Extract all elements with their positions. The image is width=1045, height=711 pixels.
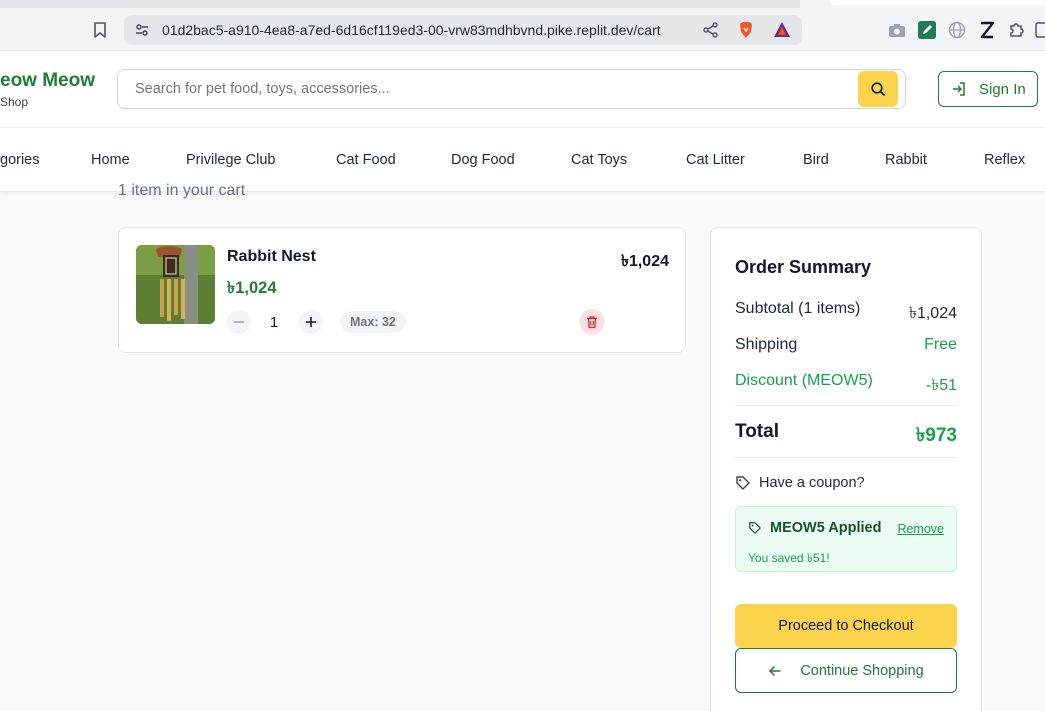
nav-item-cat-toys[interactable]: Cat Toys <box>571 152 627 168</box>
continue-shopping-label: Continue Shopping <box>800 662 924 679</box>
line-total: ৳1,024 <box>620 253 669 270</box>
checkout-label: Proceed to Checkout <box>778 618 914 634</box>
shipping-row: Shipping Free <box>735 336 957 354</box>
quantity-value: 1 <box>269 314 279 331</box>
coupon-question: Have a coupon? <box>759 475 865 491</box>
coupon-applied-label: MEOW5 Applied <box>770 520 882 536</box>
login-icon <box>953 82 965 96</box>
summary-divider <box>735 405 957 406</box>
summary-divider <box>735 457 957 458</box>
bookmark-icon[interactable] <box>90 20 110 40</box>
continue-shopping-button[interactable]: Continue Shopping <box>735 648 957 693</box>
nav-item-rabbit[interactable]: Rabbit <box>885 152 927 168</box>
coupon-savings-text: You saved ৳51! <box>748 551 830 565</box>
remove-item-button[interactable] <box>579 309 605 335</box>
product-unit-price: ৳1,024 <box>227 279 277 297</box>
shipping-value: Free <box>924 336 957 353</box>
product-name[interactable]: Rabbit Nest <box>227 248 316 266</box>
sign-in-button[interactable]: Sign In <box>938 71 1038 107</box>
max-quantity-badge: Max: 32 <box>340 311 406 333</box>
sign-in-label: Sign In <box>979 80 1026 98</box>
browser-toolbar: 01d2bac5-a910-4ea8-a7ed-6d16cf119ed3-00-… <box>0 0 1045 51</box>
site-settings-icon[interactable] <box>134 22 150 38</box>
address-bar[interactable]: 01d2bac5-a910-4ea8-a7ed-6d16cf119ed3-00-… <box>124 15 802 45</box>
nav-item-cat-litter[interactable]: Cat Litter <box>686 152 745 168</box>
coupon-applied-box: MEOW5 Applied Remove You saved ৳51! <box>735 506 957 572</box>
browser-tab-strip <box>0 0 800 8</box>
camera-icon[interactable] <box>887 20 907 40</box>
total-row: Total ৳973 <box>735 421 957 453</box>
url-text[interactable]: 01d2bac5-a910-4ea8-a7ed-6d16cf119ed3-00-… <box>162 22 661 38</box>
nav-item-categories[interactable]: gories <box>0 152 40 168</box>
nav-item-privilege-club[interactable]: Privilege Club <box>186 152 275 168</box>
site-header: eow Meow Shop Sign In <box>0 51 1045 128</box>
discount-value: -৳51 <box>925 377 957 394</box>
total-value: ৳973 <box>915 425 957 446</box>
search-bar <box>117 69 906 109</box>
nav-item-dog-food[interactable]: Dog Food <box>451 152 515 168</box>
brave-rewards-icon[interactable] <box>772 20 792 40</box>
cart-item-count: 1 item in your cart <box>118 182 246 199</box>
discount-row: Discount (MEOW5) -৳51 <box>735 372 957 399</box>
proceed-to-checkout-button[interactable]: Proceed to Checkout <box>735 604 957 648</box>
remove-coupon-link[interactable]: Remove <box>897 522 944 536</box>
arrow-left-icon <box>769 665 782 676</box>
brave-shields-icon[interactable] <box>736 20 756 40</box>
pen-extension-icon[interactable] <box>917 20 937 40</box>
search-button[interactable] <box>858 71 898 107</box>
increase-quantity-button[interactable] <box>299 310 323 334</box>
sidebar-icon[interactable] <box>1034 20 1045 40</box>
minus-icon <box>233 321 245 323</box>
search-input[interactable] <box>135 81 835 97</box>
logo-name[interactable]: eow Meow <box>0 70 95 92</box>
total-label: Total <box>735 421 779 442</box>
coupon-toggle[interactable]: Have a coupon? <box>735 475 865 491</box>
subtotal-value: ৳1,024 <box>908 305 957 322</box>
plus-icon <box>305 316 317 328</box>
cart-item-card: Rabbit Nest ৳1,024 ৳1,024 1 Max: 32 <box>118 227 686 353</box>
nav-item-cat-food[interactable]: Cat Food <box>336 152 396 168</box>
nav-item-home[interactable]: Home <box>91 152 130 168</box>
subtotal-row: Subtotal (1 items) ৳1,024 <box>735 300 957 327</box>
subtotal-label: Subtotal (1 items) <box>735 300 861 317</box>
trash-icon <box>587 316 597 329</box>
nav-item-reflex[interactable]: Reflex <box>984 152 1025 168</box>
decrease-quantity-button[interactable] <box>227 310 251 334</box>
z-extension-icon[interactable] <box>977 20 997 40</box>
discount-label: Discount (MEOW5) <box>735 372 873 389</box>
extensions-puzzle-icon[interactable] <box>1007 20 1027 40</box>
order-summary-panel: Order Summary Subtotal (1 items) ৳1,024 … <box>710 227 982 711</box>
shipping-label: Shipping <box>735 336 798 353</box>
globe-icon[interactable] <box>947 20 967 40</box>
browser-tab[interactable] <box>830 0 1045 5</box>
share-icon[interactable] <box>702 21 720 39</box>
nav-item-bird[interactable]: Bird <box>803 152 829 168</box>
tag-icon <box>749 522 761 534</box>
search-icon <box>871 82 885 96</box>
product-image[interactable] <box>136 245 215 324</box>
coupon-applied-title: MEOW5 Applied <box>748 520 881 536</box>
tag-icon <box>736 476 750 490</box>
logo-subtitle: Shop <box>0 95 29 109</box>
order-summary-title: Order Summary <box>735 257 872 277</box>
